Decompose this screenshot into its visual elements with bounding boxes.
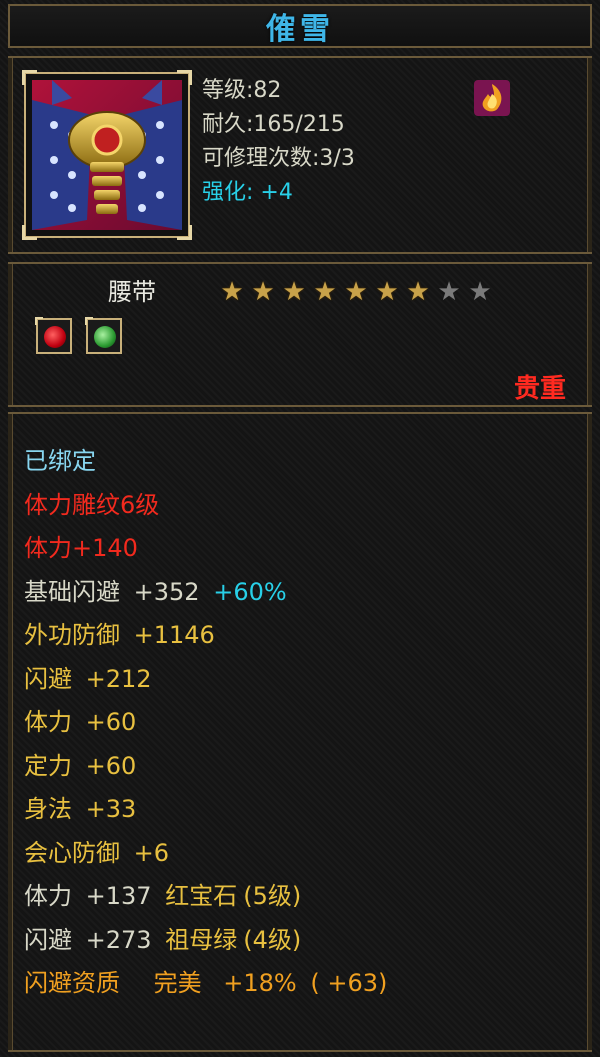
star-rating: ★ ★ ★ ★ ★ ★ ★ ★ ★	[218, 278, 494, 306]
item-enhance: 强化: +4	[202, 176, 355, 210]
item-durability: 耐久:165/215	[202, 112, 345, 137]
star-filled-icon: ★	[282, 277, 306, 307]
item-icon-frame	[22, 70, 192, 240]
red-gem-icon	[44, 326, 66, 348]
carving-line: 体力雕纹6级	[24, 490, 160, 519]
star-filled-icon: ★	[344, 277, 368, 307]
star-empty-icon: ★	[437, 277, 461, 307]
stat-outer-def: 外功防御 +1146	[24, 621, 215, 649]
star-filled-icon: ★	[251, 277, 275, 307]
item-level: 等级:82	[202, 78, 282, 103]
stat-agility: 身法 +33	[24, 795, 137, 823]
stat-list: 已绑定 体力雕纹6级 体力+140 基础闪避 +352 +60% 外功防御 +1…	[24, 440, 393, 1006]
stat-gem-emerald: 闪避 +273 祖母绿 (4级)	[24, 925, 302, 954]
title-bar: 傕雪	[8, 4, 592, 48]
rarity-label: 贵重	[513, 374, 566, 404]
item-tooltip: 傕雪 等级:82 耐久:165/215 可修理次数:3/3 强化: +4 腰带 …	[0, 0, 600, 1057]
stat-stamina: 体力 +60	[24, 708, 137, 736]
star-empty-icon: ★	[468, 277, 492, 307]
enhance-label: 强化:	[202, 180, 254, 205]
green-gem-icon	[94, 326, 116, 348]
stats-panel: 已绑定 体力雕纹6级 体力+140 基础闪避 +352 +60% 外功防御 +1…	[8, 412, 592, 1052]
item-repair-count: 可修理次数:3/3	[202, 146, 355, 171]
stat-crit-def: 会心防御 +6	[24, 838, 170, 867]
item-type: 腰带	[108, 278, 156, 306]
stat-focus: 定力 +60	[24, 751, 137, 780]
carving-bonus: 体力+140	[24, 534, 138, 562]
stat-quality: 闪避资质 完美 +18% ( +63)	[24, 969, 388, 997]
stat-gem-ruby: 体力 +137 红宝石 (5级)	[24, 882, 302, 910]
item-info: 等级:82 耐久:165/215 可修理次数:3/3 强化: +4	[202, 74, 355, 210]
item-name: 傕雪	[266, 12, 334, 47]
bound-status: 已绑定	[24, 447, 96, 475]
flame-icon	[474, 80, 510, 116]
star-filled-icon: ★	[220, 277, 244, 307]
star-filled-icon: ★	[313, 277, 337, 307]
item-header-panel: 等级:82 耐久:165/215 可修理次数:3/3 强化: +4	[8, 56, 592, 254]
gem-slot-red[interactable]	[35, 317, 72, 354]
star-filled-icon: ★	[375, 277, 399, 307]
belt-icon	[32, 80, 182, 230]
item-type-panel: 腰带 ★ ★ ★ ★ ★ ★ ★ ★ ★ 贵重	[8, 262, 592, 407]
enhance-value: +4	[260, 180, 293, 205]
stat-base-dodge: 基础闪避 +352 +60%	[24, 577, 287, 606]
star-filled-icon: ★	[406, 277, 430, 307]
stat-dodge: 闪避 +212	[24, 664, 152, 693]
gem-slot-green[interactable]	[85, 317, 122, 354]
